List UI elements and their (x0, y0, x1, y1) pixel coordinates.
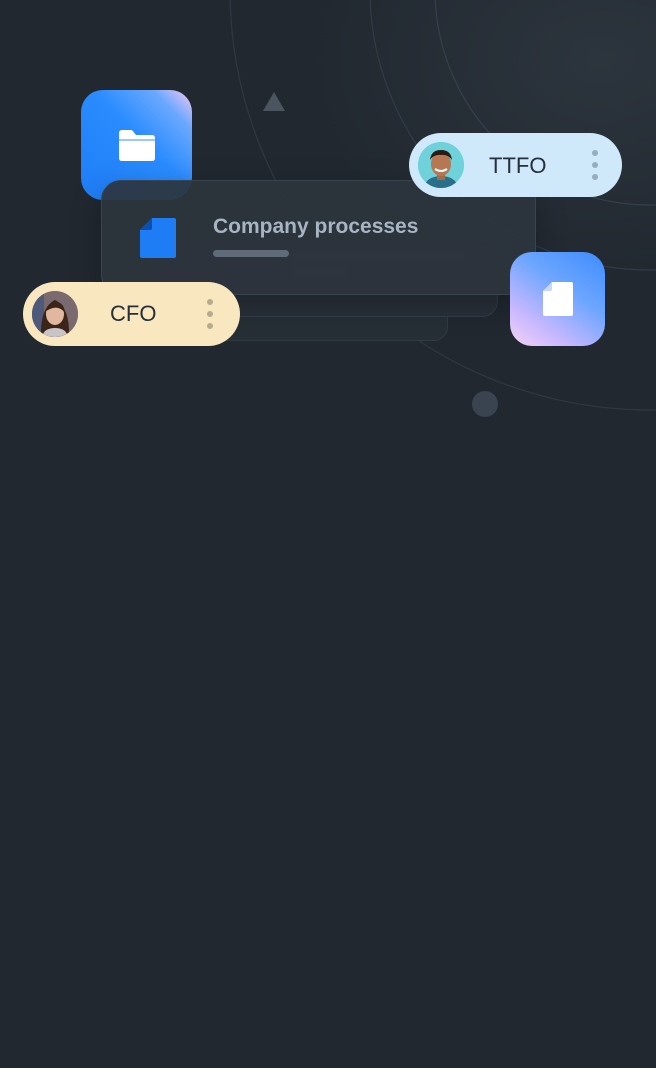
pill-label: CFO (110, 301, 157, 326)
pill-label: TTFO (489, 153, 547, 178)
more-vertical-icon[interactable] (204, 299, 216, 329)
avatar (32, 291, 78, 337)
progress-bar (213, 250, 289, 257)
avatar (418, 142, 464, 188)
document-icon (140, 218, 176, 258)
folder-icon (118, 130, 155, 161)
document-icon (542, 282, 573, 316)
dot-decoration (472, 391, 498, 417)
more-vertical-icon[interactable] (589, 150, 601, 180)
process-card[interactable]: Company processes (101, 180, 536, 295)
document-tile[interactable] (510, 252, 605, 346)
card-title: Company processes (213, 215, 419, 238)
user-pill-ttfo[interactable]: TTFO (409, 133, 622, 197)
user-pill-cfo[interactable]: CFO (23, 282, 240, 346)
triangle-decoration (263, 92, 285, 111)
